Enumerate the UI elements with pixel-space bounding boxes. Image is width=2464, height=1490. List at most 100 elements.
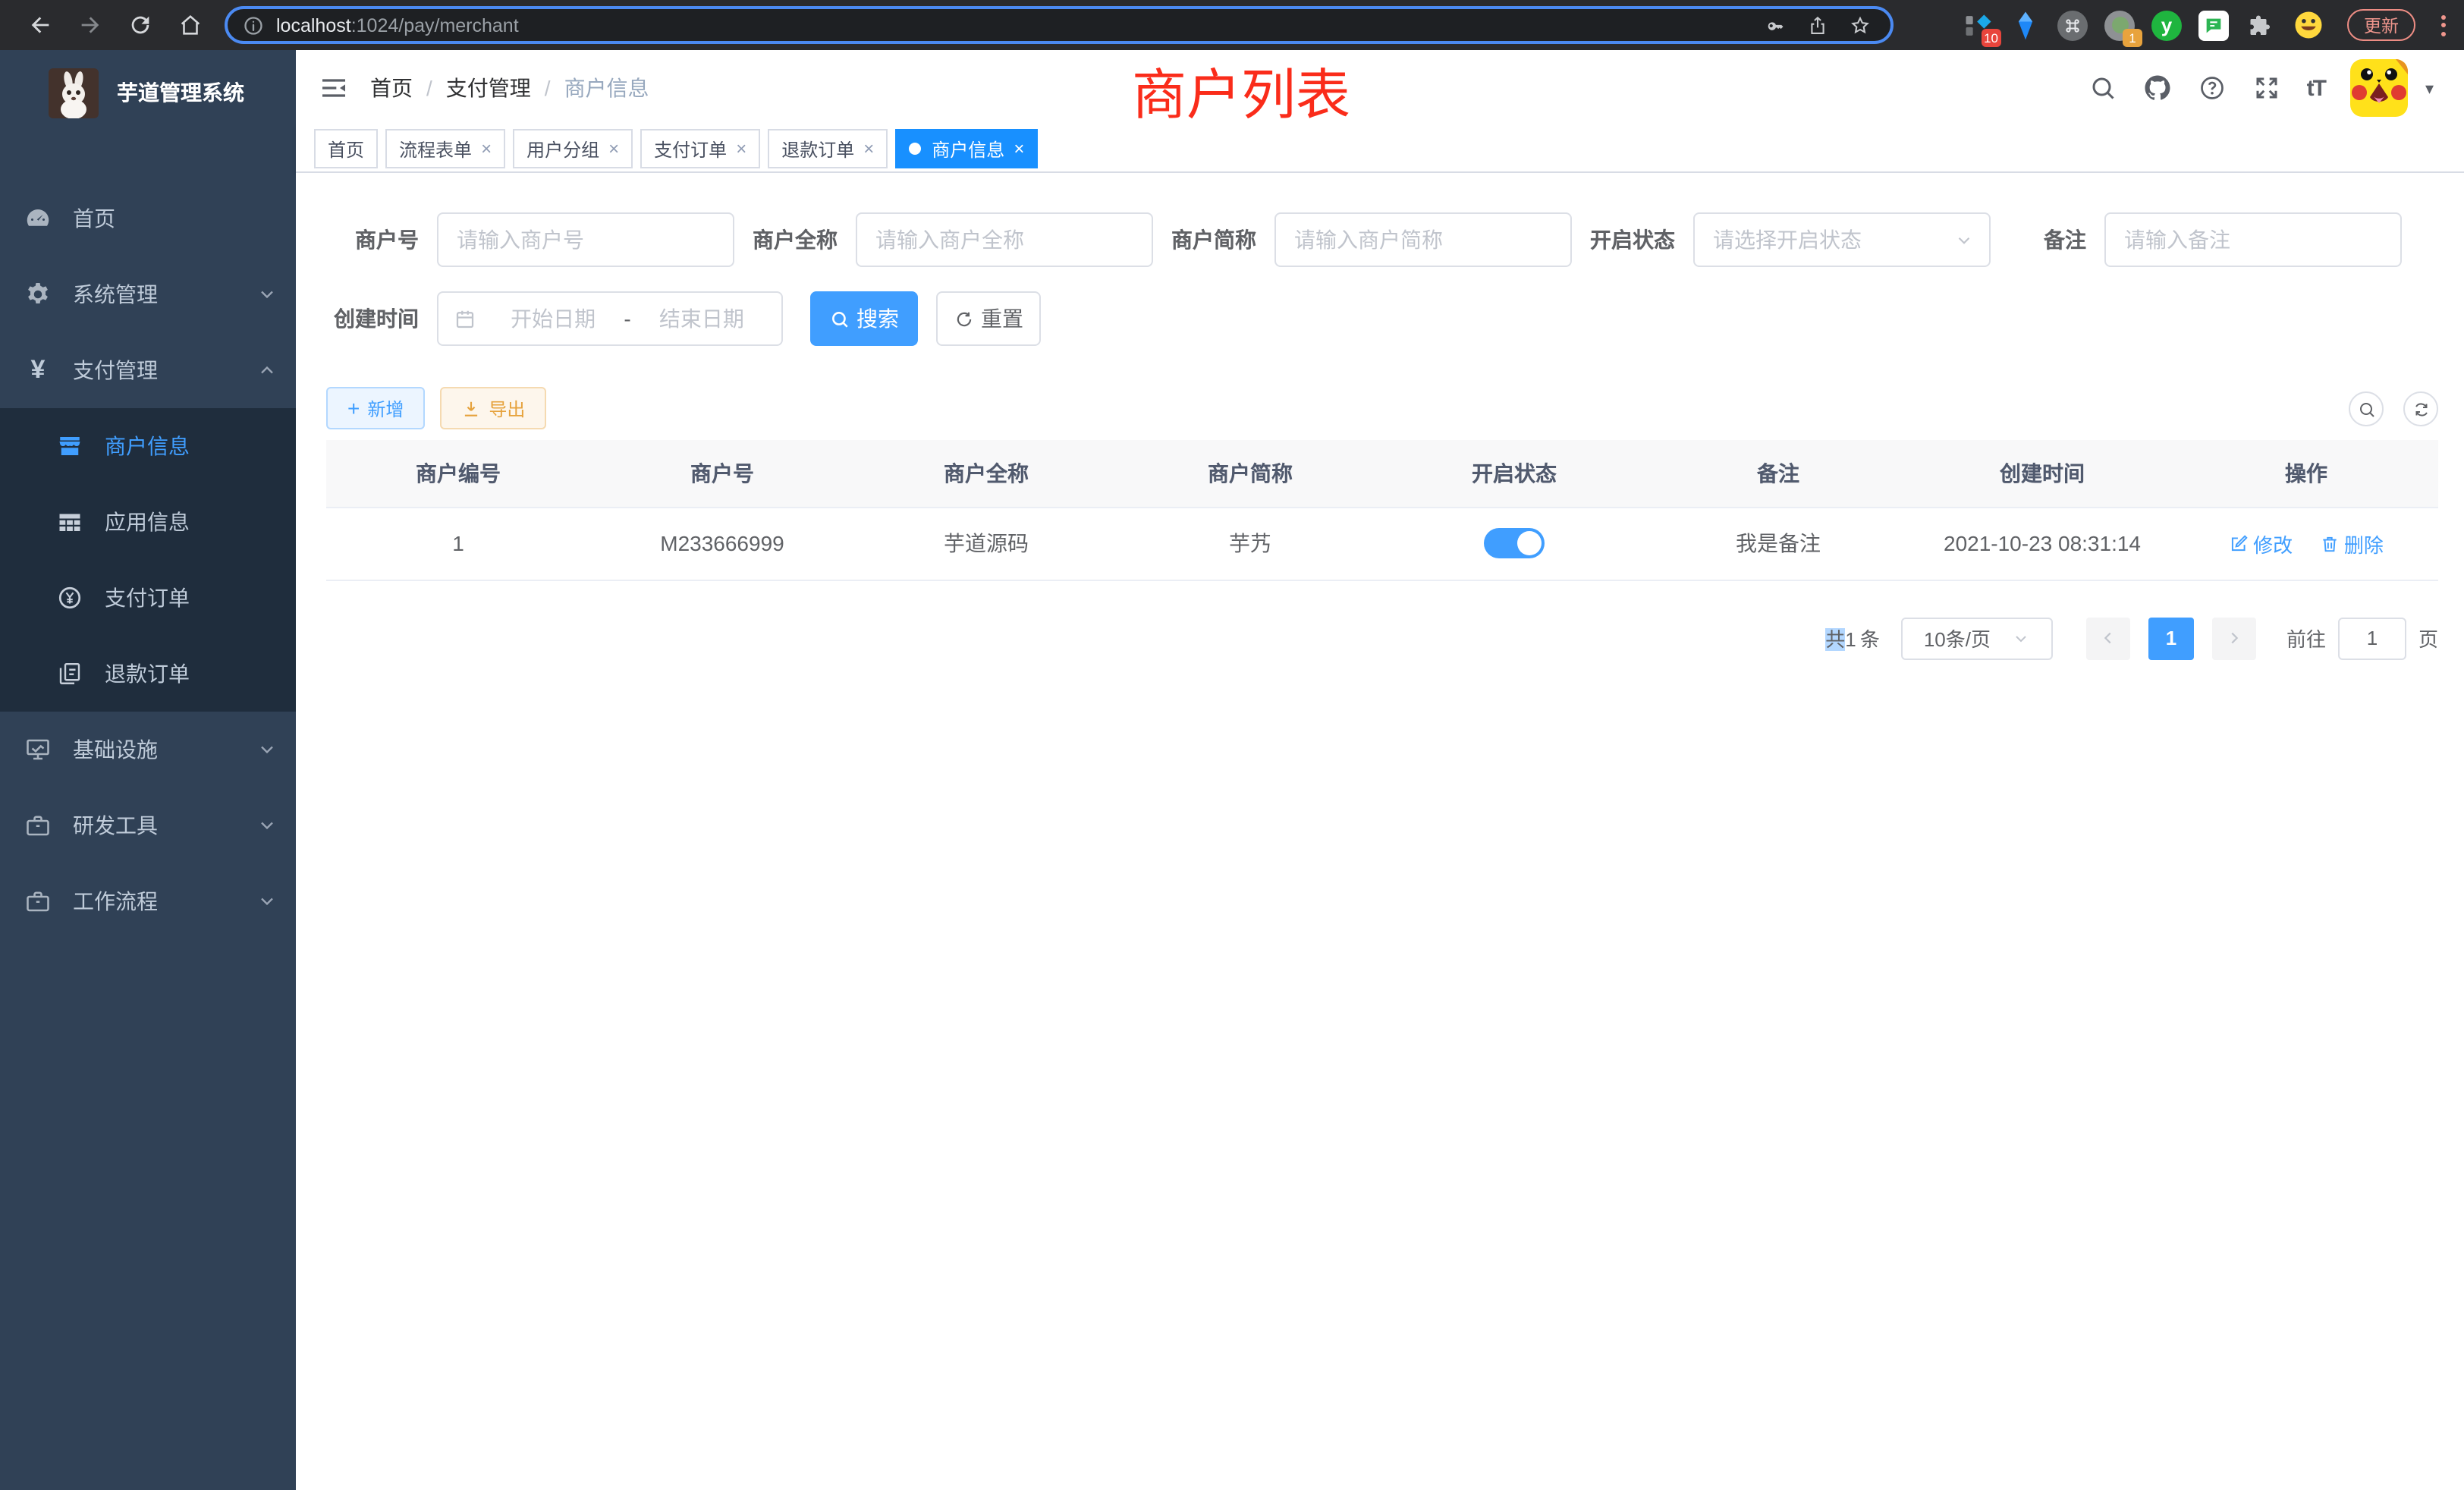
- active-dot: [909, 143, 921, 155]
- github-icon[interactable]: [2143, 74, 2172, 102]
- url-text[interactable]: localhost:1024/pay/merchant: [276, 14, 1748, 36]
- full-name-input[interactable]: [856, 212, 1153, 267]
- add-button-label: 新增: [367, 395, 404, 421]
- tab-close-icon[interactable]: ×: [481, 140, 492, 158]
- tab-refund-order[interactable]: 退款订单×: [768, 129, 888, 168]
- tab-pay-order[interactable]: 支付订单 ×: [640, 129, 760, 168]
- tab-merchant-info-active[interactable]: 商户信息×: [895, 129, 1038, 168]
- extension-proxy-icon[interactable]: 1: [2103, 8, 2136, 42]
- app-logo[interactable]: 芋道管理系统: [0, 50, 296, 135]
- tab-close-icon[interactable]: ×: [863, 140, 874, 158]
- sidebar-item-workflow[interactable]: 工作流程: [0, 863, 296, 939]
- sidebar-item-infra[interactable]: 基础设施: [0, 712, 296, 787]
- sidebar-item-pay-order[interactable]: 支付订单: [0, 560, 296, 636]
- cell-short-name: 芋艿: [1118, 507, 1382, 580]
- end-date-placeholder: 结束日期: [637, 303, 766, 334]
- status-select[interactable]: 请选择开启状态: [1693, 212, 1991, 267]
- logo-avatar: [49, 68, 99, 118]
- fullscreen-icon[interactable]: [2252, 74, 2281, 102]
- hide-search-button[interactable]: [2349, 391, 2384, 426]
- remark-input[interactable]: [2104, 212, 2402, 267]
- sidebar-item-label: 基础设施: [73, 734, 256, 765]
- add-button[interactable]: + 新增: [326, 387, 425, 429]
- help-icon[interactable]: [2198, 74, 2227, 102]
- extension-gem-icon[interactable]: [2009, 8, 2042, 42]
- extension-yuque-icon[interactable]: y: [2150, 8, 2183, 42]
- avatar-caret-icon[interactable]: ▾: [2425, 78, 2434, 98]
- sidebar-item-system[interactable]: 系统管理: [0, 256, 296, 332]
- browser-home-button[interactable]: [168, 4, 211, 46]
- merchant-no-input[interactable]: [437, 212, 734, 267]
- extension-notes-icon[interactable]: [2197, 8, 2230, 42]
- edit-link[interactable]: 修改: [2229, 529, 2293, 558]
- sidebar-item-app-info[interactable]: 应用信息: [0, 484, 296, 560]
- cell-merchant-id: 1: [326, 507, 590, 580]
- tab-process-form[interactable]: 流程表单×: [385, 129, 505, 168]
- password-key-icon[interactable]: [1760, 10, 1790, 40]
- reset-button[interactable]: 重置: [936, 291, 1041, 346]
- address-bar[interactable]: localhost:1024/pay/merchant: [225, 6, 1894, 44]
- tab-home[interactable]: 首页: [314, 129, 378, 168]
- next-page-button[interactable]: [2212, 617, 2256, 659]
- edit-link-label: 修改: [2253, 529, 2293, 558]
- tab-label: 用户分组: [526, 136, 599, 162]
- breadcrumb-home[interactable]: 首页: [370, 73, 413, 103]
- page-1-button[interactable]: 1: [2148, 617, 2194, 659]
- sidebar-item-label: 应用信息: [105, 507, 278, 537]
- prev-page-button[interactable]: [2086, 617, 2130, 659]
- sidebar-item-pay[interactable]: ¥ 支付管理: [0, 332, 296, 408]
- filter-row-2: 创建时间 开始日期 - 结束日期 搜索 重置: [326, 291, 2438, 346]
- col-merchant-id: 商户编号: [326, 440, 590, 507]
- browser-update-button[interactable]: 更新: [2347, 9, 2415, 41]
- cell-merchant-no: M233666999: [590, 507, 854, 580]
- bookmark-star-icon[interactable]: [1845, 10, 1875, 40]
- sidebar-item-dev-tools[interactable]: 研发工具: [0, 787, 296, 863]
- filter-full-name: 商户全称: [745, 212, 1153, 267]
- sidebar: 芋道管理系统 首页 系统管理 ¥ 支付管: [0, 50, 296, 1490]
- hamburger-icon[interactable]: [319, 73, 349, 103]
- sidebar-item-refund-order[interactable]: 退款订单: [0, 636, 296, 712]
- col-actions: 操作: [2174, 440, 2438, 507]
- export-button[interactable]: 导出: [440, 387, 546, 429]
- tab-close-icon[interactable]: ×: [608, 140, 619, 158]
- notification-badge: 1: [2123, 28, 2142, 46]
- browser-toolbar: localhost:1024/pay/merchant 10: [0, 0, 2464, 50]
- tab-label: 支付订单: [654, 136, 727, 162]
- extensions-puzzle-icon[interactable]: [2244, 8, 2277, 42]
- date-range-picker[interactable]: 开始日期 - 结束日期: [437, 291, 783, 346]
- tab-user-group[interactable]: 用户分组 ×: [513, 129, 633, 168]
- status-toggle[interactable]: [1484, 528, 1545, 558]
- user-avatar[interactable]: [2351, 59, 2409, 117]
- refresh-icon: [2412, 400, 2430, 418]
- short-name-input[interactable]: [1274, 212, 1572, 267]
- page-size-select[interactable]: 10条/页: [1901, 617, 2053, 659]
- browser-menu-icon[interactable]: [2441, 14, 2446, 36]
- delete-link[interactable]: 删除: [2320, 529, 2384, 558]
- sidebar-item-home[interactable]: 首页: [0, 181, 296, 256]
- extension-badge: 10: [1981, 28, 2001, 46]
- tab-close-icon[interactable]: ×: [1014, 140, 1024, 158]
- share-icon[interactable]: [1802, 10, 1833, 40]
- site-info-icon[interactable]: [243, 14, 264, 36]
- col-remark: 备注: [1646, 440, 1910, 507]
- refresh-table-button[interactable]: [2403, 391, 2438, 426]
- goto-page-input[interactable]: [2338, 617, 2406, 659]
- pagination-total: 共1 条: [1825, 624, 1880, 652]
- tab-close-icon[interactable]: ×: [736, 140, 746, 158]
- sidebar-item-label: 退款订单: [105, 659, 278, 689]
- filter-row-1: 商户号 商户全称 商户简称 开启状态 请选择开启状态: [326, 212, 2438, 267]
- breadcrumb: 首页 / 支付管理 / 商户信息: [370, 73, 649, 103]
- chevron-left-icon: [2100, 630, 2117, 646]
- delete-link-label: 删除: [2344, 529, 2384, 558]
- browser-back-button[interactable]: [18, 4, 61, 46]
- select-placeholder: 请选择开启状态: [1713, 225, 1954, 255]
- extension-command-icon[interactable]: [2056, 8, 2089, 42]
- header-search-icon[interactable]: [2088, 74, 2117, 102]
- sidebar-item-merchant-info[interactable]: 商户信息: [0, 408, 296, 484]
- browser-forward-button[interactable]: [68, 4, 111, 46]
- extension-tabs-icon[interactable]: 10: [1962, 8, 1995, 42]
- profile-emoji-icon[interactable]: [2291, 8, 2324, 42]
- search-button[interactable]: 搜索: [810, 291, 918, 346]
- font-size-icon[interactable]: tT: [2307, 75, 2325, 101]
- browser-reload-button[interactable]: [118, 4, 161, 46]
